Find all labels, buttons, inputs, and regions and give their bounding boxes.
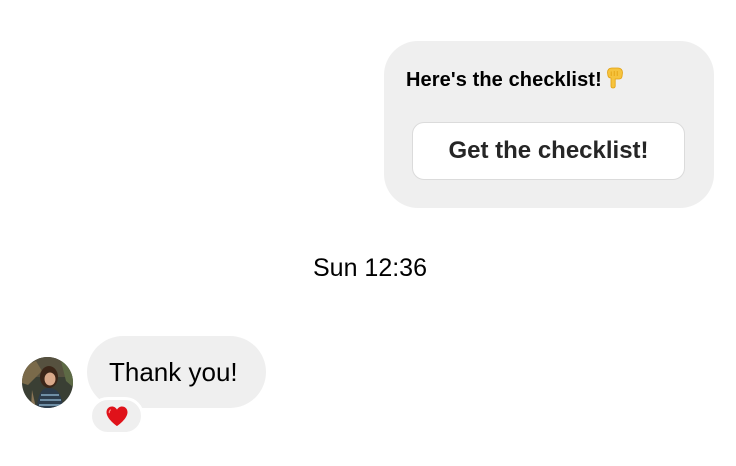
pointing-down-icon (606, 67, 623, 89)
chat-thread: Here's the checklist! Get the checklist!… (0, 0, 736, 466)
avatar-photo (22, 357, 73, 408)
heart-icon (106, 406, 127, 426)
outgoing-message-text: Here's the checklist! (406, 69, 602, 91)
avatar[interactable] (22, 357, 73, 408)
outgoing-message-bubble: Here's the checklist! Get the checklist! (384, 41, 714, 208)
get-checklist-button[interactable]: Get the checklist! (412, 122, 685, 180)
message-timestamp: Sun 12:36 (313, 254, 427, 282)
incoming-message-text: Thank you! (109, 356, 238, 387)
reaction-badge[interactable] (89, 397, 144, 435)
outgoing-message: Here's the checklist! (406, 67, 624, 92)
